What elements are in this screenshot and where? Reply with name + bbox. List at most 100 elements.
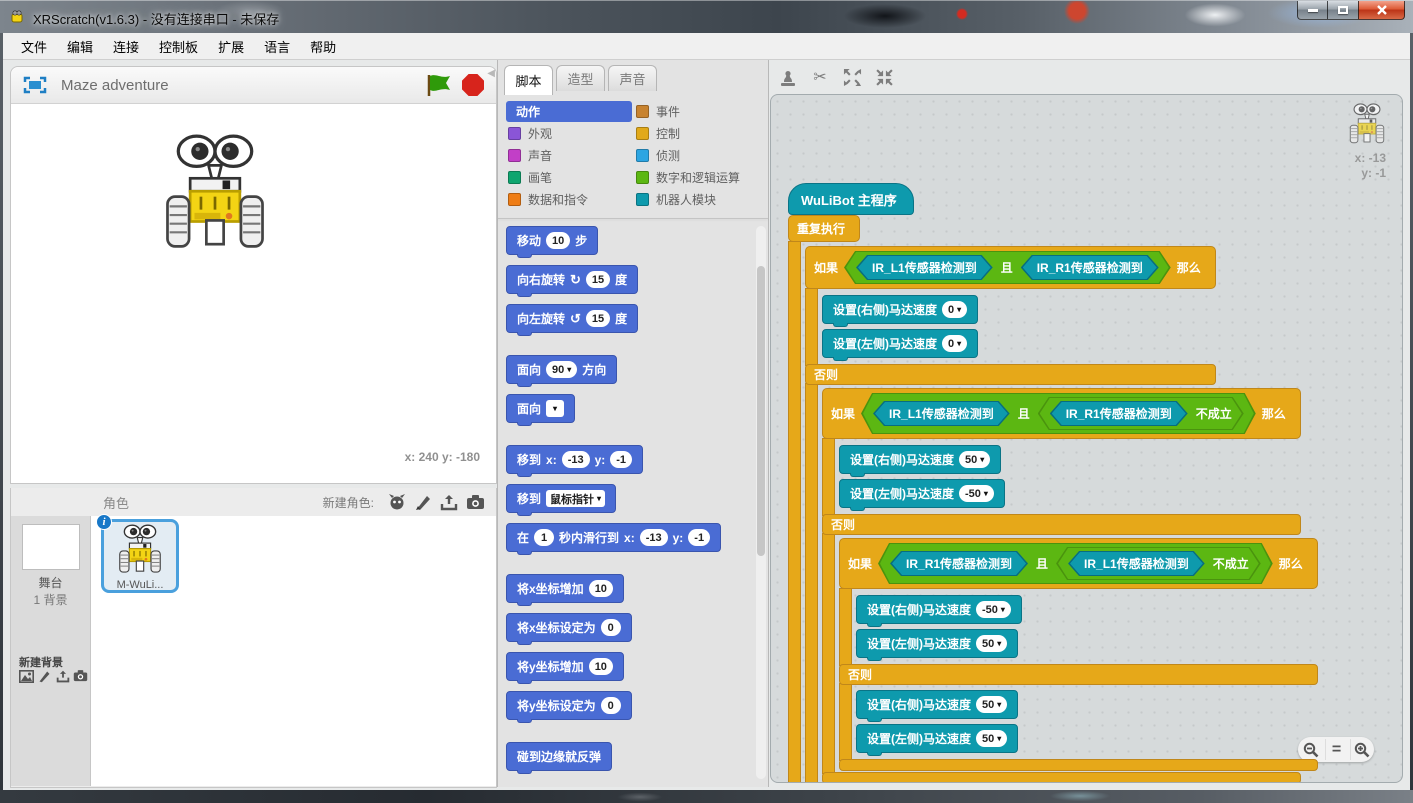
new-sprite-library-icon[interactable]: [386, 492, 408, 512]
menu-item[interactable]: 帮助: [300, 33, 346, 60]
dropdown-input[interactable]: 0▾: [942, 335, 967, 352]
palette-category[interactable]: 机器人模块: [634, 189, 762, 210]
motor-right-block[interactable]: 设置(右侧)马达速度50▾: [839, 445, 1001, 474]
if-else-block[interactable]: 如果IR_L1传感器检测到且IR_R1传感器检测到不成立那么设置(右侧)马达速度…: [822, 388, 1301, 783]
sprite-info-icon[interactable]: i: [96, 514, 112, 530]
palette-block[interactable]: 移到鼠标指针▾: [506, 484, 616, 513]
sensor-hex-block[interactable]: IR_R1传感器检测到: [1050, 401, 1188, 426]
menu-item[interactable]: 语言: [254, 33, 300, 60]
number-input[interactable]: 15: [586, 271, 610, 288]
zoom-out-icon[interactable]: [1300, 739, 1322, 760]
number-input[interactable]: 1: [534, 529, 554, 546]
sensor-hex-block[interactable]: IR_L1传感器检测到: [1068, 551, 1205, 576]
maximize-button[interactable]: [1327, 1, 1359, 20]
motor-left-block[interactable]: 设置(左侧)马达速度-50▾: [839, 479, 1005, 508]
number-input[interactable]: 15: [586, 310, 610, 327]
if-else-block[interactable]: 如果IR_L1传感器检测到且IR_R1传感器检测到那么设置(右侧)马达速度0▾设…: [805, 246, 1216, 783]
if-else-block[interactable]: 如果IR_R1传感器检测到且IR_L1传感器检测到不成立那么设置(右侧)马达速度…: [839, 538, 1318, 771]
dropdown-input[interactable]: 0▾: [942, 301, 967, 318]
camera-backdrop-icon[interactable]: [72, 668, 89, 684]
palette-category[interactable]: 声音: [506, 145, 634, 166]
palette-block[interactable]: 向左旋转↺15度: [506, 304, 638, 333]
fullscreen-icon[interactable]: [23, 76, 47, 94]
dropdown-input[interactable]: 50▾: [976, 696, 1007, 713]
sprite-card-selected[interactable]: i M-WuLi...: [101, 519, 179, 593]
hat-block[interactable]: WuLiBot 主程序: [788, 183, 914, 215]
and-hex-block[interactable]: IR_L1传感器检测到且IR_R1传感器检测到: [844, 251, 1171, 284]
number-input[interactable]: 0: [601, 619, 621, 636]
number-input[interactable]: 0: [601, 697, 621, 714]
forever-block[interactable]: 重复执行如果IR_L1传感器检测到且IR_R1传感器检测到那么设置(右侧)马达速…: [788, 215, 860, 783]
number-input[interactable]: -13: [562, 451, 590, 468]
zoom-in-icon[interactable]: [1350, 739, 1372, 760]
palette-category[interactable]: 动作: [506, 101, 632, 122]
menu-dropdown[interactable]: 鼠标指针▾: [546, 490, 605, 507]
palette-scrollbar[interactable]: [756, 226, 766, 779]
upload-sprite-icon[interactable]: [438, 492, 460, 512]
robot-sprite-image[interactable]: [161, 134, 269, 255]
palette-block[interactable]: 将y坐标增加10: [506, 652, 624, 681]
shrink-icon[interactable]: [872, 66, 896, 88]
dropdown-input[interactable]: -50▾: [959, 485, 994, 502]
tab-inactive[interactable]: 造型: [556, 65, 605, 91]
menu-item[interactable]: 编辑: [57, 33, 103, 60]
scissors-icon[interactable]: ✂: [808, 66, 832, 88]
tab-inactive[interactable]: 声音: [608, 65, 657, 91]
palette-block[interactable]: 移动10步: [506, 226, 598, 255]
palette-block[interactable]: 在1秒内滑行到x:-13y:-1: [506, 523, 721, 552]
palette-category[interactable]: 控制: [634, 123, 762, 144]
grow-icon[interactable]: [840, 66, 864, 88]
stamp-icon[interactable]: [776, 66, 800, 88]
paint-new-sprite-icon[interactable]: [412, 492, 434, 512]
dropdown-input[interactable]: 50▾: [976, 635, 1007, 652]
palette-block[interactable]: 面向▾: [506, 394, 575, 423]
collapse-stage-arrow[interactable]: ◀: [487, 68, 495, 79]
palette-category[interactable]: 事件: [634, 101, 762, 122]
motor-left-block[interactable]: 设置(左侧)马达速度0▾: [822, 329, 978, 358]
menu-item[interactable]: 控制板: [149, 33, 208, 60]
green-flag-icon[interactable]: [425, 73, 452, 97]
motor-left-block[interactable]: 设置(左侧)马达速度50▾: [856, 629, 1018, 658]
upload-backdrop-icon[interactable]: [54, 668, 71, 684]
dropdown-input[interactable]: 50▾: [959, 451, 990, 468]
dropdown-input[interactable]: 90▾: [546, 361, 577, 378]
palette-block[interactable]: 向右旋转↻15度: [506, 265, 638, 294]
sensor-hex-block[interactable]: IR_R1传感器检测到: [890, 551, 1028, 576]
sensor-hex-block[interactable]: IR_R1传感器检测到: [1021, 255, 1159, 280]
title-bar[interactable]: XRScratch(v1.6.3) - 没有连接串口 - 未保存: [0, 0, 1413, 33]
palette-category[interactable]: 画笔: [506, 167, 634, 188]
number-input[interactable]: 10: [589, 580, 613, 597]
palette-category[interactable]: 外观: [506, 123, 634, 144]
stop-sign-icon[interactable]: [462, 74, 484, 96]
palette-block[interactable]: 将y坐标设定为0: [506, 691, 632, 720]
palette-category[interactable]: 数据和指令: [506, 189, 634, 210]
motor-right-block[interactable]: 设置(右侧)马达速度50▾: [856, 690, 1018, 719]
not-hex-block[interactable]: IR_L1传感器检测到不成立: [1056, 547, 1261, 580]
stage-canvas[interactable]: [11, 104, 496, 450]
dropdown-input[interactable]: -50▾: [976, 601, 1011, 618]
number-input[interactable]: -1: [610, 451, 632, 468]
menu-item[interactable]: 连接: [103, 33, 149, 60]
number-input[interactable]: 10: [589, 658, 613, 675]
palette-category[interactable]: 数字和逻辑运算: [634, 167, 762, 188]
and-hex-block[interactable]: IR_L1传感器检测到且IR_R1传感器检测到不成立: [861, 393, 1256, 434]
sensor-hex-block[interactable]: IR_L1传感器检测到: [873, 401, 1010, 426]
stage-selector[interactable]: 舞台 1 背景 新建背景: [11, 516, 91, 786]
motor-right-block[interactable]: 设置(右侧)马达速度-50▾: [856, 595, 1022, 624]
palette-block[interactable]: 面向90▾方向: [506, 355, 617, 384]
palette-category[interactable]: 侦测: [634, 145, 762, 166]
close-button[interactable]: [1358, 1, 1405, 20]
stage-thumbnail[interactable]: [22, 524, 80, 570]
minimize-button[interactable]: [1297, 1, 1328, 20]
palette-block[interactable]: 将x坐标增加10: [506, 574, 624, 603]
number-input[interactable]: 10: [546, 232, 570, 249]
paint-backdrop-icon[interactable]: [36, 668, 53, 684]
motor-left-block[interactable]: 设置(左侧)马达速度50▾: [856, 724, 1018, 753]
script-canvas[interactable]: x: -13 y: -1 WuLiBot 主程序重复执行如果IR_L1传感器检测…: [770, 94, 1403, 783]
palette-scrollbar-thumb[interactable]: [757, 266, 765, 556]
not-hex-block[interactable]: IR_R1传感器检测到不成立: [1038, 397, 1244, 430]
menu-item[interactable]: 文件: [11, 33, 57, 60]
palette-block[interactable]: 移到x:-13y:-1: [506, 445, 643, 474]
camera-sprite-icon[interactable]: [464, 492, 486, 512]
number-input[interactable]: -13: [640, 529, 668, 546]
